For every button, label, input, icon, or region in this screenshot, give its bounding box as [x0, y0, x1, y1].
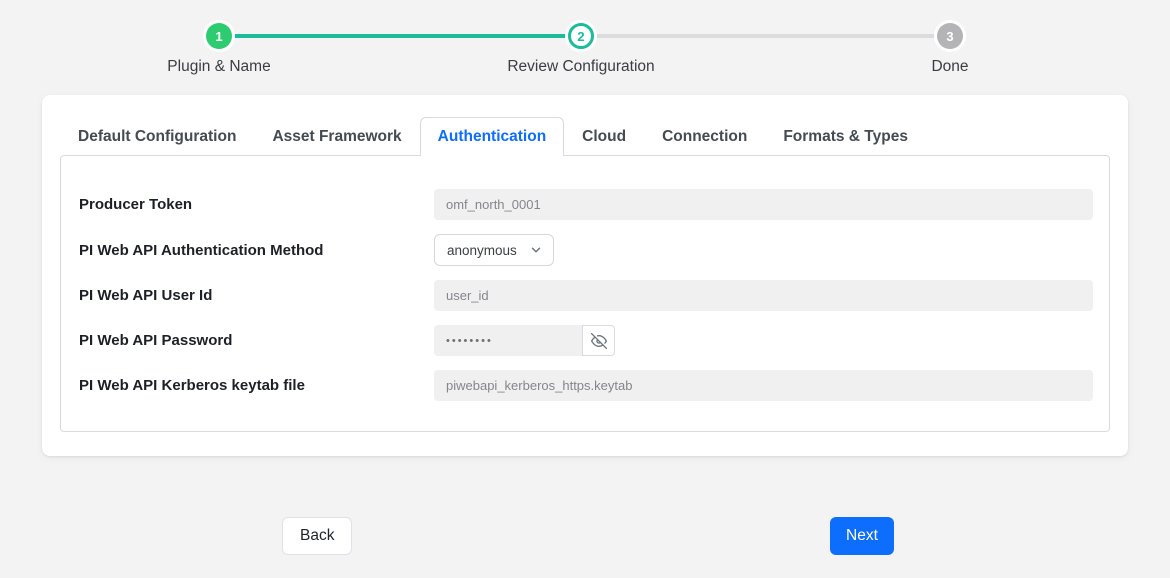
producer-token-input[interactable]: [434, 189, 1093, 220]
form-row-auth-method: PI Web API Authentication Method anonymo…: [79, 234, 1093, 266]
tab-default-configuration[interactable]: Default Configuration: [60, 117, 254, 156]
eye-off-icon: [591, 333, 607, 349]
wizard-stepper: 1 Plugin & Name 2 Review Configuration 3…: [0, 0, 1170, 95]
auth-method-label: PI Web API Authentication Method: [79, 242, 434, 259]
wizard-footer: Back Next: [0, 517, 1170, 578]
form-row-kerberos-keytab: PI Web API Kerberos keytab file: [79, 370, 1093, 401]
kerberos-keytab-input[interactable]: [434, 370, 1093, 401]
tab-panel-authentication: Producer Token PI Web API Authentication…: [60, 155, 1110, 432]
configuration-card: Default Configuration Asset Framework Au…: [42, 95, 1128, 456]
step-1-indicator: 1: [206, 23, 232, 49]
step-1-label: Plugin & Name: [167, 58, 270, 76]
step-2-label: Review Configuration: [507, 58, 654, 76]
tab-formats-types[interactable]: Formats & Types: [765, 117, 926, 156]
stepper-connector-complete: [219, 34, 581, 38]
tab-authentication[interactable]: Authentication: [420, 117, 565, 156]
step-2-indicator: 2: [568, 23, 594, 49]
stepper-connector-pending: [581, 34, 950, 38]
form-row-password: PI Web API Password: [79, 325, 1093, 356]
tab-cloud[interactable]: Cloud: [564, 117, 644, 156]
back-button[interactable]: Back: [282, 517, 352, 555]
form-row-user-id: PI Web API User Id: [79, 280, 1093, 311]
user-id-label: PI Web API User Id: [79, 287, 434, 304]
user-id-input[interactable]: [434, 280, 1093, 311]
password-group: [434, 325, 615, 356]
auth-method-select[interactable]: anonymous: [434, 234, 554, 266]
form-row-producer-token: Producer Token: [79, 189, 1093, 220]
next-button[interactable]: Next: [830, 517, 894, 555]
password-input[interactable]: [434, 325, 582, 356]
auth-method-selected-value: anonymous: [447, 243, 517, 258]
kerberos-keytab-label: PI Web API Kerberos keytab file: [79, 377, 434, 394]
step-3-label: Done: [931, 58, 968, 76]
password-visibility-button[interactable]: [582, 325, 615, 356]
producer-token-label: Producer Token: [79, 196, 434, 213]
tab-connection[interactable]: Connection: [644, 117, 765, 156]
password-label: PI Web API Password: [79, 332, 434, 349]
tab-asset-framework[interactable]: Asset Framework: [254, 117, 419, 156]
chevron-down-icon: [529, 243, 543, 257]
step-3-indicator: 3: [937, 23, 963, 49]
tab-bar: Default Configuration Asset Framework Au…: [60, 117, 1110, 155]
